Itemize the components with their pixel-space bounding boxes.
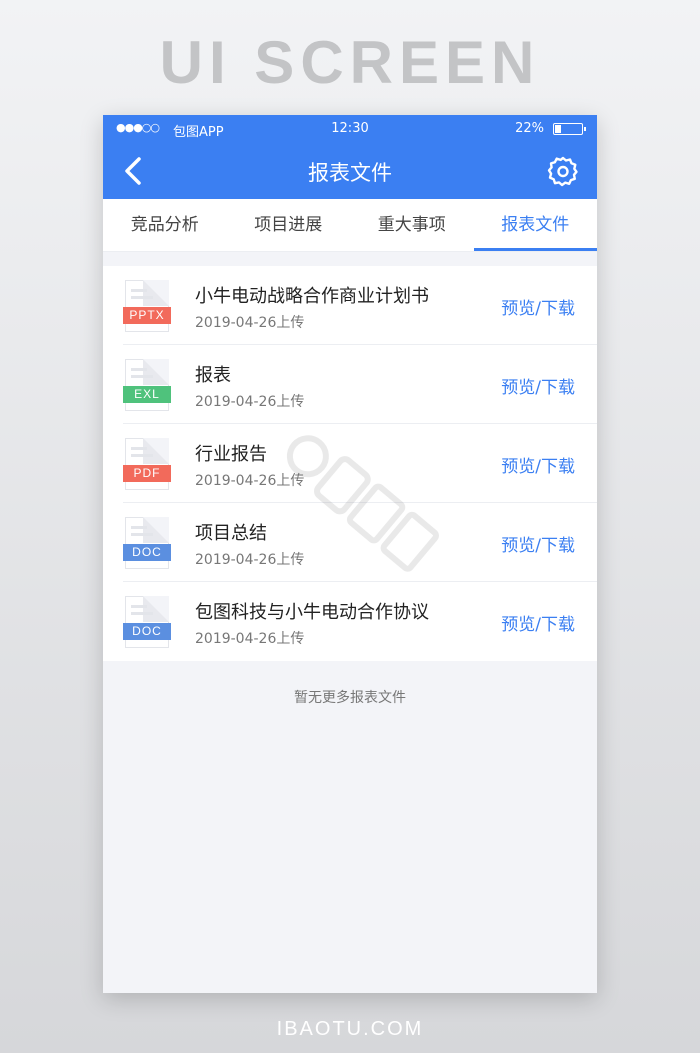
upload-date: 2019-04-26上传	[195, 473, 305, 489]
list-item: DOC 包图科技与小牛电动合作协议 2019-04-26上传 预览/下载	[103, 582, 597, 661]
page-title: 报表文件	[308, 161, 392, 185]
footer-site: IBAOTU.COM	[276, 1018, 424, 1040]
preview-download-link[interactable]: 预览/下载	[501, 531, 575, 556]
phone-screen: ●●●○○ 包图APP 12:30 22% 报表文件 竞品分析 项目进展 重大事…	[103, 115, 597, 993]
file-type-badge: DOC	[123, 623, 171, 640]
list-item: PPTX 小牛电动战略合作商业计划书 2019-04-26上传 预览/下载	[103, 266, 597, 345]
file-type-badge: EXL	[123, 386, 171, 403]
doc-file-icon: DOC	[123, 596, 171, 648]
list-item: PDF 行业报告 2019-04-26上传 预览/下载	[103, 424, 597, 503]
upload-date: 2019-04-26上传	[195, 315, 305, 331]
preview-download-link[interactable]: 预览/下载	[501, 294, 575, 319]
pptx-file-icon: PPTX	[123, 280, 171, 332]
file-name: 小牛电动战略合作商业计划书	[195, 286, 429, 307]
file-name: 行业报告	[195, 444, 267, 465]
battery-icon	[553, 123, 586, 135]
tab-project-progress[interactable]: 项目进展	[227, 199, 351, 251]
upload-date: 2019-04-26上传	[195, 394, 305, 410]
settings-button[interactable]	[547, 155, 579, 187]
file-name: 项目总结	[195, 523, 267, 544]
upload-date: 2019-04-26上传	[195, 631, 305, 647]
no-more-files-note: 暂无更多报表文件	[294, 690, 406, 706]
file-type-badge: PPTX	[123, 307, 171, 324]
gear-icon	[547, 156, 578, 187]
preview-download-link[interactable]: 预览/下载	[501, 610, 575, 635]
file-type-badge: DOC	[123, 544, 171, 561]
preview-download-link[interactable]: 预览/下载	[501, 373, 575, 398]
file-list: PPTX 小牛电动战略合作商业计划书 2019-04-26上传 预览/下载 EX…	[103, 266, 597, 661]
file-name: 报表	[195, 365, 231, 386]
list-item: DOC 项目总结 2019-04-26上传 预览/下载	[103, 503, 597, 582]
tab-major-events[interactable]: 重大事项	[350, 199, 474, 251]
doc-file-icon: DOC	[123, 517, 171, 569]
upload-date: 2019-04-26上传	[195, 552, 305, 568]
list-item: EXL 报表 2019-04-26上传 预览/下载	[103, 345, 597, 424]
battery-percent: 22%	[515, 121, 544, 136]
page-heading: UI SCREEN	[159, 29, 541, 96]
file-name: 包图科技与小牛电动合作协议	[195, 602, 429, 623]
file-type-badge: PDF	[123, 465, 171, 482]
nav-bar: 报表文件	[103, 143, 597, 199]
tab-bar: 竞品分析 项目进展 重大事项 报表文件	[103, 199, 597, 252]
preview-download-link[interactable]: 预览/下载	[501, 452, 575, 477]
tab-report-files[interactable]: 报表文件	[473, 199, 598, 251]
header: ●●●○○ 包图APP 12:30 22% 报表文件	[103, 115, 597, 199]
pdf-file-icon: PDF	[123, 438, 171, 490]
excel-file-icon: EXL	[123, 359, 171, 411]
tab-competitor-analysis[interactable]: 竞品分析	[103, 199, 227, 251]
status-bar: ●●●○○ 包图APP 12:30 22%	[103, 115, 597, 143]
